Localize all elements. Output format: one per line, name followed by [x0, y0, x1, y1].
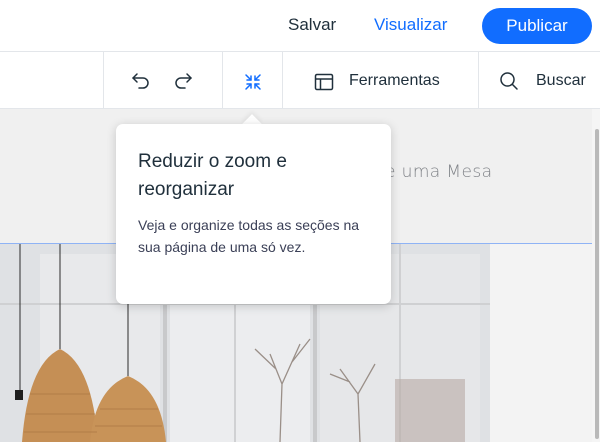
- search-label[interactable]: Buscar: [536, 72, 586, 90]
- tooltip-title: Reduzir o zoom e reorganizar: [138, 151, 287, 200]
- save-button[interactable]: Salvar: [288, 15, 336, 35]
- preview-button[interactable]: Visualizar: [374, 15, 447, 35]
- toolbar-divider: [103, 52, 104, 108]
- editor-toolbar: Ferramentas Buscar: [0, 52, 600, 109]
- toolbar-divider: [478, 52, 479, 108]
- toolbar-divider: [222, 52, 223, 108]
- redo-icon[interactable]: [170, 68, 196, 94]
- publish-button[interactable]: Publicar: [482, 8, 592, 44]
- tools-label[interactable]: Ferramentas: [349, 72, 440, 90]
- zoom-out-tooltip: Reduzir o zoom e reorganizar Veja e orga…: [116, 124, 391, 304]
- section-heading-text[interactable]: e uma Mesa: [385, 162, 492, 182]
- undo-icon[interactable]: [128, 68, 154, 94]
- page-side-margin: [490, 244, 592, 442]
- toolbar-divider: [282, 52, 283, 108]
- top-bar: Salvar Visualizar Publicar: [0, 0, 600, 52]
- zoom-out-icon[interactable]: [240, 69, 266, 95]
- canvas-scrollbar-thumb[interactable]: [595, 129, 599, 439]
- search-icon[interactable]: [497, 69, 521, 93]
- tooltip-body: Veja e organize todas as seções na sua p…: [138, 217, 360, 255]
- tools-icon[interactable]: [312, 70, 336, 94]
